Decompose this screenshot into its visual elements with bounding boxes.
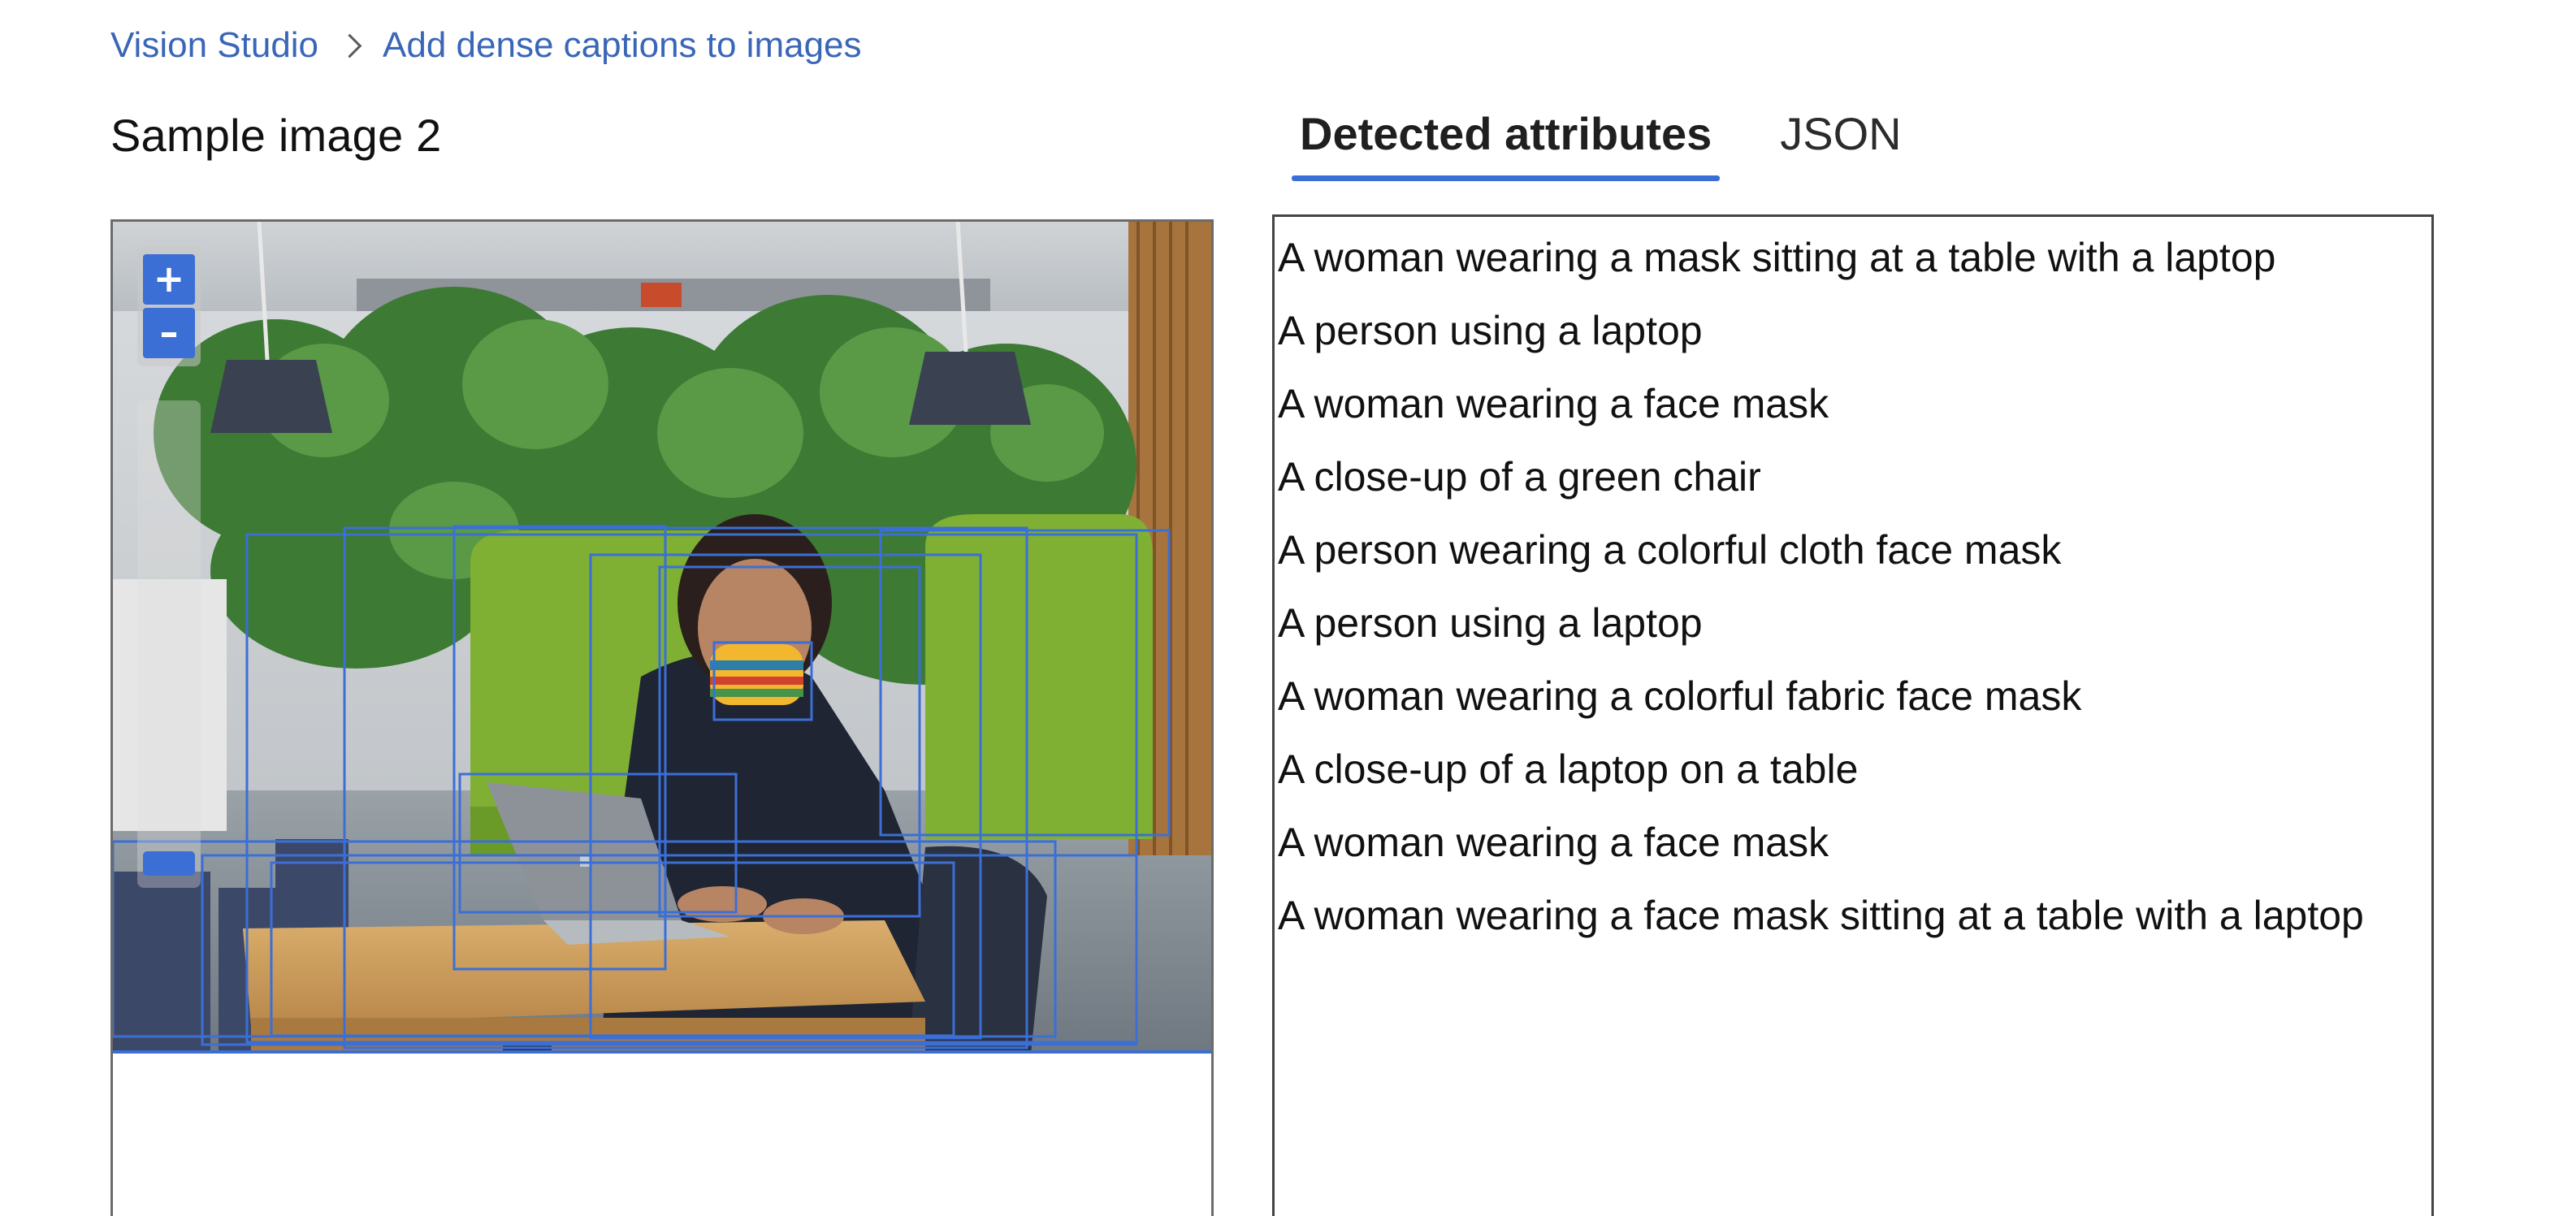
caption-item[interactable]: A person using a laptop: [1278, 298, 2431, 371]
zoom-controls: + –: [137, 246, 201, 366]
detected-attributes-panel: A woman wearing a mask sitting at a tabl…: [1272, 214, 2434, 1216]
breadcrumb-link-vision-studio[interactable]: Vision Studio: [110, 25, 318, 66]
image-title: Sample image 2: [110, 110, 442, 161]
caption-item[interactable]: A person using a laptop: [1278, 591, 2431, 664]
chevron-right-icon: [337, 33, 362, 58]
image-viewer[interactable]: + –: [110, 219, 1214, 1216]
zoom-in-button[interactable]: +: [143, 254, 195, 305]
page: Vision Studio Add dense captions to imag…: [0, 0, 2576, 1216]
zoom-slider[interactable]: [137, 400, 201, 888]
tab-detected-attributes[interactable]: Detected attributes: [1292, 97, 1721, 181]
zoom-out-button[interactable]: –: [143, 308, 195, 358]
caption-item[interactable]: A woman wearing a mask sitting at a tabl…: [1278, 225, 2431, 298]
caption-item[interactable]: A person wearing a colorful cloth face m…: [1278, 517, 2431, 591]
sample-photo-illustration: [113, 222, 1211, 1054]
caption-item[interactable]: A woman wearing a face mask: [1278, 371, 2431, 444]
caption-item[interactable]: A woman wearing a face mask: [1278, 810, 2431, 883]
breadcrumb-link-dense-captions[interactable]: Add dense captions to images: [383, 25, 862, 66]
caption-list: A woman wearing a mask sitting at a tabl…: [1275, 217, 2431, 956]
breadcrumb: Vision Studio Add dense captions to imag…: [110, 23, 862, 68]
caption-item[interactable]: A close-up of a laptop on a table: [1278, 737, 2431, 810]
caption-item[interactable]: A close-up of a green chair: [1278, 444, 2431, 517]
zoom-slider-thumb[interactable]: [143, 851, 195, 876]
caption-item[interactable]: A woman wearing a face mask sitting at a…: [1278, 883, 2431, 956]
sample-image: [113, 222, 1211, 1054]
caption-item[interactable]: A woman wearing a colorful fabric face m…: [1278, 664, 2431, 737]
result-tabs: Detected attributes JSON: [1292, 97, 1962, 181]
tab-json[interactable]: JSON: [1772, 97, 1909, 181]
